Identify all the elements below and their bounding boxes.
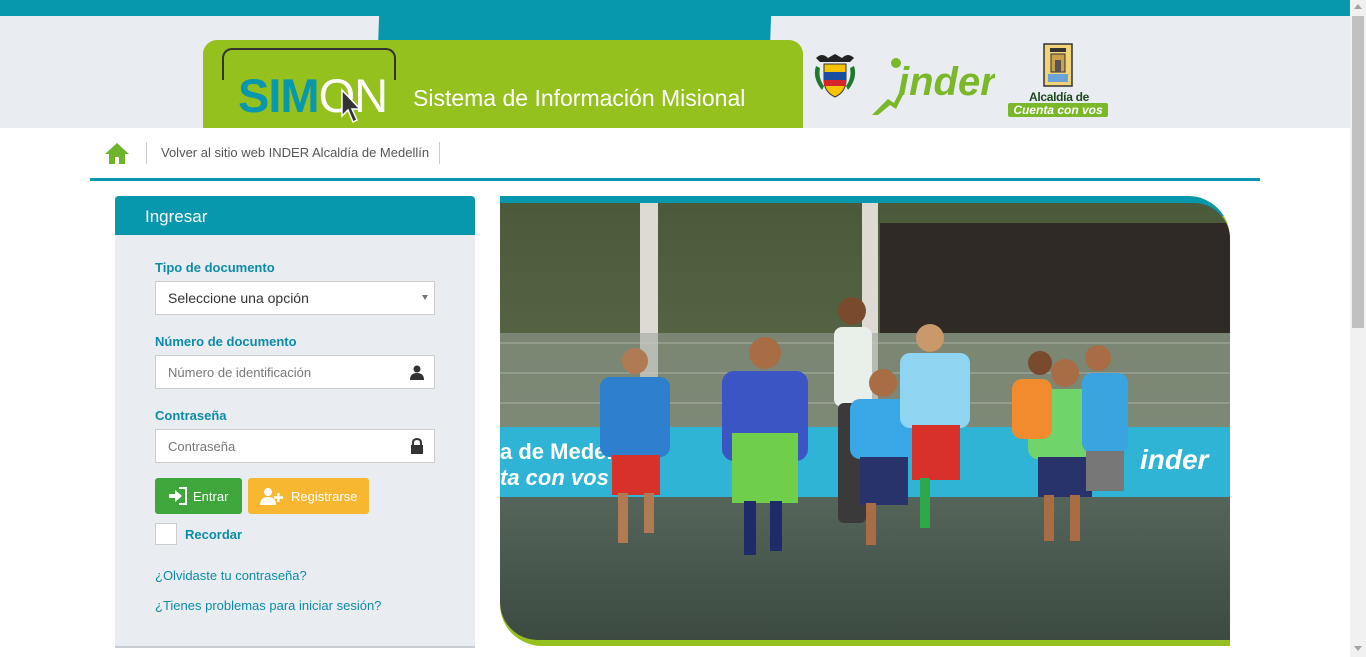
chevron-down-icon [422,295,428,300]
doc-number-input[interactable]: Número de identificación [155,355,435,389]
children-running-photo: a de Medellín ta con vos inder [500,203,1230,640]
enter-button-label: Entrar [193,489,229,504]
remember-label[interactable]: Recordar [185,527,242,542]
register-button[interactable]: Registrarse [248,478,369,514]
nav-divider [146,142,147,164]
lock-icon [411,438,423,454]
password-label: Contraseña [155,408,227,423]
inder-logo-text: inder [898,60,995,104]
wall-text-2: ta con vos [500,465,609,490]
user-icon [410,365,424,380]
password-input[interactable]: Contraseña [155,429,435,463]
remember-checkbox[interactable] [155,523,177,545]
doc-type-selected-value: Seleccione una opción [168,290,309,306]
password-placeholder: Contraseña [168,439,236,454]
alcaldia-logo[interactable]: Alcaldía de Medellín Cuenta con vos [1006,42,1112,120]
banner-photo: a de Medellín ta con vos inder [500,203,1230,640]
top-accent-bar [0,0,1350,16]
home-icon[interactable] [104,141,130,165]
inder-logo[interactable]: inder [870,51,995,119]
back-to-site-link[interactable]: Volver al sitio web INDER Alcaldía de Me… [161,145,429,160]
enter-button[interactable]: Entrar [155,478,242,514]
nav-divider [439,142,440,164]
cursor-icon [341,88,362,124]
site-header: SIMON Sistema de Información Misional in… [0,16,1350,128]
register-button-label: Registrarse [291,489,358,504]
doc-type-label: Tipo de documento [155,260,275,275]
doc-number-placeholder: Número de identificación [168,365,312,380]
scrollbar-thumb[interactable] [1352,16,1364,328]
forgot-password-link[interactable]: ¿Olvidaste tu contraseña? [155,568,307,583]
login-panel-header: Ingresar [115,196,475,235]
alcaldia-shield-icon [1043,43,1073,87]
alcaldia-slogan: Cuenta con vos [1008,103,1108,117]
colombia-coat-of-arms-icon [814,54,856,98]
doc-type-select[interactable]: Seleccione una opción [155,281,435,315]
login-title: Ingresar [145,207,208,226]
breadcrumb-nav: Volver al sitio web INDER Alcaldía de Me… [90,128,1260,181]
scroll-up-arrow-icon[interactable] [1354,4,1362,9]
logo-text-sim: SIM [238,69,320,122]
add-user-icon [260,488,283,505]
sign-in-icon [169,487,187,505]
login-panel: Ingresar Tipo de documento Seleccione un… [115,196,475,648]
login-problems-link[interactable]: ¿Tienes problemas para iniciar sesión? [155,598,381,613]
doc-number-label: Número de documento [155,334,297,349]
system-title: Sistema de Información Misional [413,85,746,111]
page-scrollbar[interactable] [1350,0,1366,657]
banner-photo-frame: a de Medellín ta con vos inder [500,196,1230,646]
wall-logo-text: inder [1140,444,1211,475]
scroll-down-arrow-icon[interactable] [1354,646,1362,651]
